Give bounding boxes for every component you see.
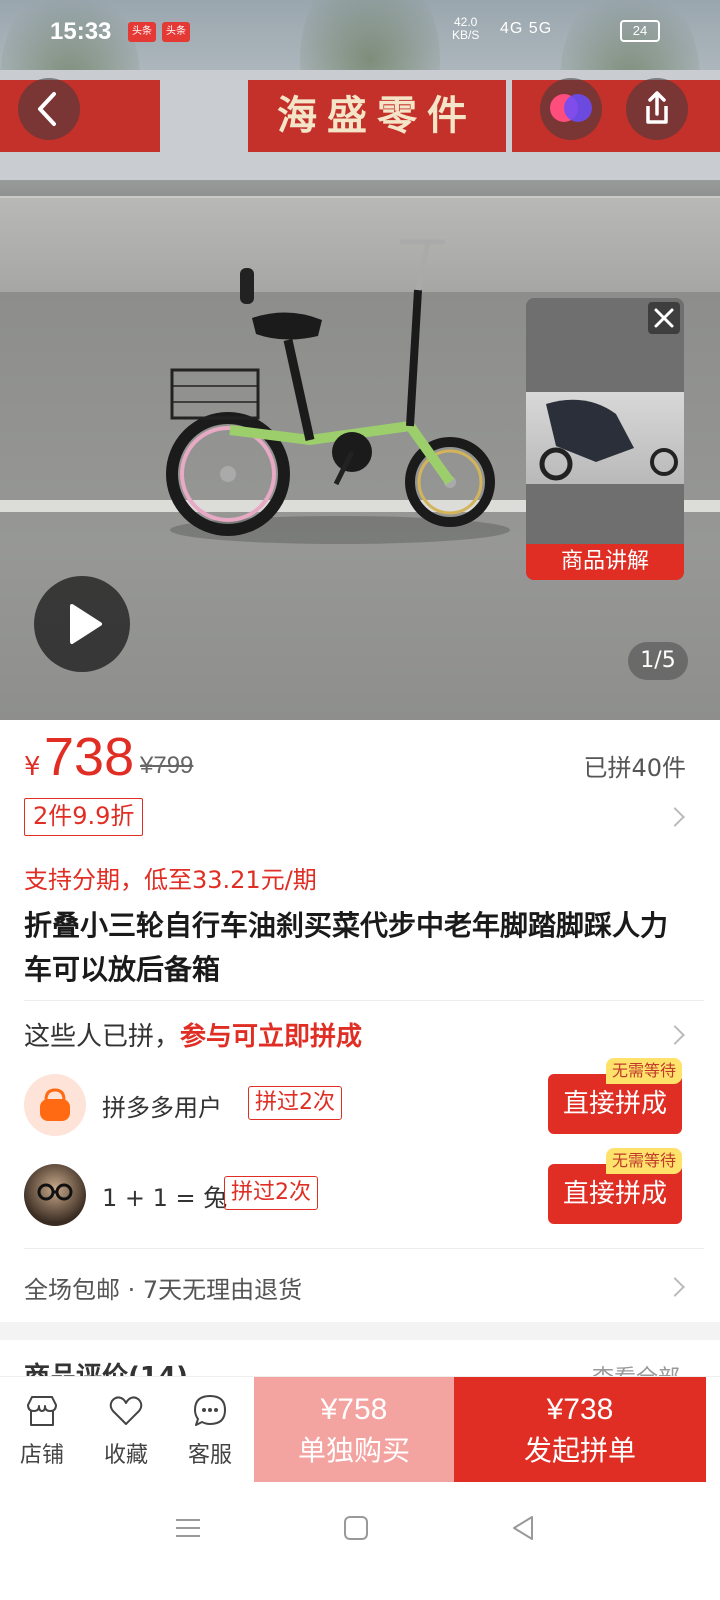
group-buy-heading-highlight: 参与可立即拼成 xyxy=(180,1022,363,1052)
image-counter: 1/5 xyxy=(628,642,688,680)
glasses-icon xyxy=(37,1183,73,1201)
sold-count: 已拼40件 xyxy=(583,754,686,782)
play-icon xyxy=(70,604,102,644)
status-bar: 15:33 头条 头条 42.0 KB/S 4G 5G 24 xyxy=(0,0,720,64)
tab-label: 店铺 xyxy=(19,1443,64,1468)
group-buy-heading-prefix: 这些人已拼， xyxy=(24,1022,181,1052)
member-times-tag: 拼过2次 xyxy=(224,1176,318,1210)
member-name: 1 + 1 = 兔 xyxy=(102,1184,228,1212)
tab-label: 收藏 xyxy=(103,1443,148,1468)
divider xyxy=(24,1248,704,1249)
video-frame xyxy=(526,392,684,484)
tab-store[interactable]: 店铺 xyxy=(0,1391,84,1469)
signal-icon: 4G 5G xyxy=(500,20,553,37)
start-group-button[interactable]: ¥738 发起拼单 xyxy=(454,1377,706,1483)
group-member-row: 1 + 1 = 兔 拼过2次 直接拼成 无需等待 xyxy=(24,1148,704,1228)
product-image-gallery[interactable]: 海盛零件 15:33 头条 头条 42.0 KB/S 4G 5G 24 商品讲解… xyxy=(0,0,720,720)
notification-badge: 头条 xyxy=(162,22,190,42)
single-label: 单独购买 xyxy=(297,1434,410,1467)
network-speed-value: 42.0 xyxy=(454,15,478,29)
group-buy-price: ¥738 xyxy=(546,1393,614,1426)
installment-info: 支持分期，低至33.21元/期 xyxy=(24,866,317,894)
video-caption: 商品讲解 xyxy=(526,544,684,580)
tricycle-image xyxy=(166,239,510,544)
system-navigation-bar xyxy=(0,1482,720,1600)
member-name: 拼多多用户 xyxy=(102,1094,222,1122)
store-icon xyxy=(27,1396,57,1426)
network-speed: 42.0 KB/S xyxy=(452,16,479,42)
chevron-left-icon xyxy=(38,92,56,126)
close-video-button[interactable] xyxy=(648,302,680,334)
heart-logo-icon xyxy=(550,94,592,122)
discount-tag[interactable]: 2件9.9折 xyxy=(24,798,144,836)
price-row: ¥ 738 ¥799 已拼40件 xyxy=(24,726,696,796)
chevron-right-icon[interactable] xyxy=(665,1277,685,1297)
play-video-button[interactable] xyxy=(34,576,130,672)
heart-icon xyxy=(109,1396,143,1425)
avatar xyxy=(24,1074,86,1136)
pinduoduo-multi-button[interactable] xyxy=(540,78,602,140)
group-buy-label: 发起拼单 xyxy=(523,1434,636,1467)
no-wait-tag: 无需等待 xyxy=(605,1148,682,1174)
scene-sign-main: 海盛零件 xyxy=(248,80,506,152)
group-buy-heading[interactable]: 这些人已拼，参与可立即拼成 xyxy=(24,1016,362,1053)
no-wait-tag: 无需等待 xyxy=(605,1058,682,1084)
member-times-tag: 拼过2次 xyxy=(248,1086,342,1120)
original-price: ¥799 xyxy=(140,752,194,779)
group-member-row: 拼多多用户 拼过2次 直接拼成 无需等待 xyxy=(24,1058,704,1138)
service-guarantee[interactable]: 全场包邮 · 7天无理由退货 xyxy=(24,1270,302,1305)
share-button[interactable] xyxy=(626,78,688,140)
single-price: ¥758 xyxy=(320,1393,388,1426)
group-price: 738 xyxy=(44,727,135,787)
chevron-right-icon[interactable] xyxy=(665,1025,685,1045)
product-explainer-video[interactable]: 商品讲解 xyxy=(526,298,684,580)
menu-icon[interactable] xyxy=(172,1512,204,1544)
back-triangle-icon[interactable] xyxy=(508,1512,540,1544)
home-icon[interactable] xyxy=(340,1512,372,1544)
currency-symbol: ¥ xyxy=(24,752,41,782)
buy-alone-button[interactable]: ¥758 单独购买 xyxy=(254,1377,454,1483)
status-time: 15:33 xyxy=(50,18,112,45)
video-thumbnail xyxy=(539,399,678,481)
shopping-bag-icon xyxy=(40,1088,70,1121)
share-icon xyxy=(646,91,668,124)
sign-text: 海盛零件 xyxy=(277,92,477,139)
tab-label: 客服 xyxy=(187,1443,232,1468)
chevron-right-icon[interactable] xyxy=(665,807,685,827)
section-separator xyxy=(0,1322,720,1340)
bottom-action-bar: 店铺 收藏 客服 ¥758 单独购买 ¥738 发起拼单 xyxy=(0,1376,720,1483)
avatar xyxy=(24,1164,86,1226)
notification-badge: 头条 xyxy=(128,22,156,42)
battery-icon: 24 xyxy=(620,20,660,42)
back-button[interactable] xyxy=(18,78,80,140)
chat-icon xyxy=(194,1395,226,1426)
network-speed-unit: KB/S xyxy=(452,28,480,42)
divider xyxy=(24,1000,704,1001)
product-title: 折叠小三轮自行车油刹买菜代步中老年脚踏脚踩人力车可以放后备箱 xyxy=(24,909,669,986)
tab-customer-service[interactable]: 客服 xyxy=(168,1391,252,1469)
close-icon xyxy=(654,308,674,328)
tab-favorite[interactable]: 收藏 xyxy=(84,1391,168,1469)
